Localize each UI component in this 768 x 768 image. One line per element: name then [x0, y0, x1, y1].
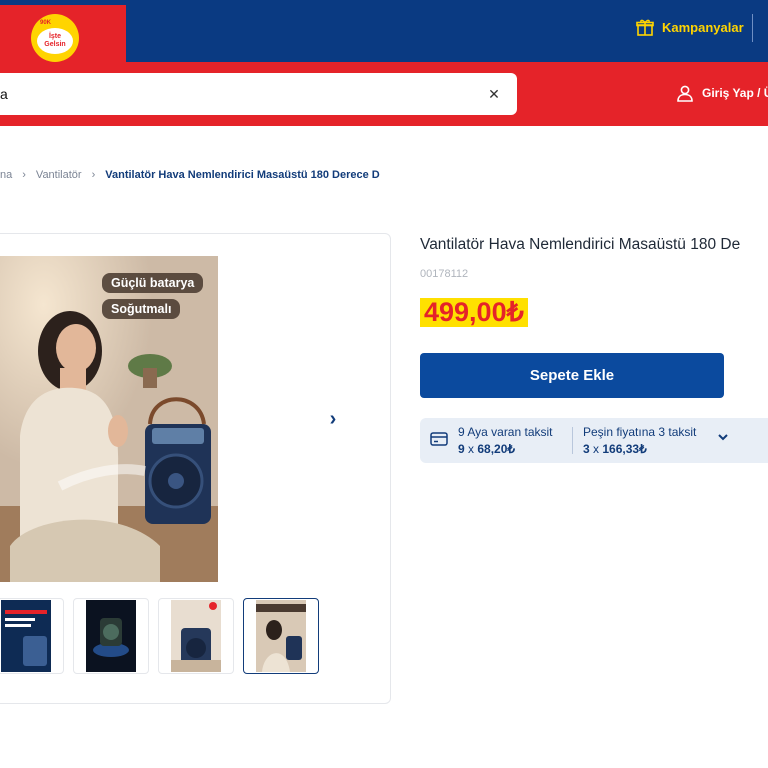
installment-option-2-detail: 3 x 166,33₺ — [583, 442, 696, 456]
login-label: Giriş Yap / Ü — [702, 86, 768, 100]
thumbnail[interactable] — [0, 598, 64, 674]
top-bar: 90K İşte Gelsin Kampanyalar — [0, 0, 768, 62]
campaigns-label: Kampanyalar — [662, 19, 744, 35]
thumbnail-image — [1, 600, 51, 672]
product-title: Vantilatör Hava Nemlendirici Masaüstü 18… — [420, 236, 741, 253]
breadcrumb-item-home[interactable]: na — [0, 169, 12, 181]
installment-option-1-count: 9 — [458, 442, 465, 456]
breadcrumb-item-category[interactable]: Vantilatör — [36, 169, 82, 181]
thumbnail-image — [86, 600, 136, 672]
feature-badge: Soğutmalı — [102, 299, 181, 319]
chevron-right-icon: › — [91, 169, 96, 181]
campaigns-link[interactable]: Kampanyalar — [636, 18, 744, 36]
installment-option-2-title: Peşin fiyatına 3 taksit — [583, 425, 697, 439]
thumbnail[interactable] — [158, 598, 234, 674]
installment-option-2-count: 3 — [583, 442, 590, 456]
chevron-right-icon[interactable]: › — [324, 408, 342, 430]
installment-option-1-title: 9 Aya varan taksit — [458, 425, 553, 439]
user-icon — [677, 85, 693, 102]
product-main-image[interactable]: Güçlü batarya Soğutmalı — [0, 256, 218, 582]
logo-top-text: 90K — [40, 20, 52, 26]
breadcrumb: na › Vantilatör › Vantilatör Hava Nemlen… — [0, 169, 380, 181]
chevron-down-icon[interactable] — [716, 430, 730, 444]
installment-divider — [572, 427, 573, 454]
search-bar: a ✕ Giriş Yap / Ü — [0, 62, 768, 126]
credit-card-icon — [430, 432, 448, 446]
search-value[interactable]: a — [0, 86, 8, 102]
installment-option-1: 9 Aya varan taksit 9 x 68,20₺ — [458, 425, 553, 456]
feature-badge: Güçlü batarya — [102, 273, 204, 293]
installment-option-1-detail: 9 x 68,20₺ — [458, 442, 553, 456]
breadcrumb-current: Vantilatör Hava Nemlendirici Masaüstü 18… — [105, 169, 380, 181]
gift-icon — [636, 19, 654, 36]
logo-line-1: İşte — [48, 33, 62, 40]
login-link[interactable]: Giriş Yap / Ü — [676, 84, 768, 102]
close-icon[interactable]: ✕ — [486, 86, 502, 102]
installment-option-2-amount: 166,33₺ — [602, 442, 647, 456]
times-sign: x — [593, 442, 600, 456]
search-input[interactable]: a ✕ — [0, 73, 517, 115]
installment-option-1-amount: 68,20₺ — [477, 442, 516, 456]
logo[interactable]: 90K İşte Gelsin — [31, 14, 79, 62]
header-divider — [752, 14, 753, 42]
thumbnail-active[interactable] — [243, 598, 319, 674]
times-sign: x — [468, 442, 475, 456]
installment-info[interactable]: 9 Aya varan taksit 9 x 68,20₺ Peşin fiya… — [420, 418, 768, 463]
installment-option-2: Peşin fiyatına 3 taksit 3 x 166,33₺ — [583, 425, 696, 456]
thumbnail[interactable] — [73, 598, 149, 674]
thumbnail-image — [171, 600, 221, 672]
logo-block[interactable]: 90K İşte Gelsin — [0, 5, 126, 62]
product-price: 499,00₺ — [420, 298, 528, 327]
chevron-right-icon: › — [22, 169, 26, 181]
logo-inner: İşte Gelsin — [37, 28, 73, 54]
product-sku: 00178112 — [420, 268, 469, 280]
thumbnail-image — [256, 600, 306, 672]
add-to-cart-button[interactable]: Sepete Ekle — [420, 353, 724, 398]
logo-line-2: Gelsin — [44, 41, 66, 48]
